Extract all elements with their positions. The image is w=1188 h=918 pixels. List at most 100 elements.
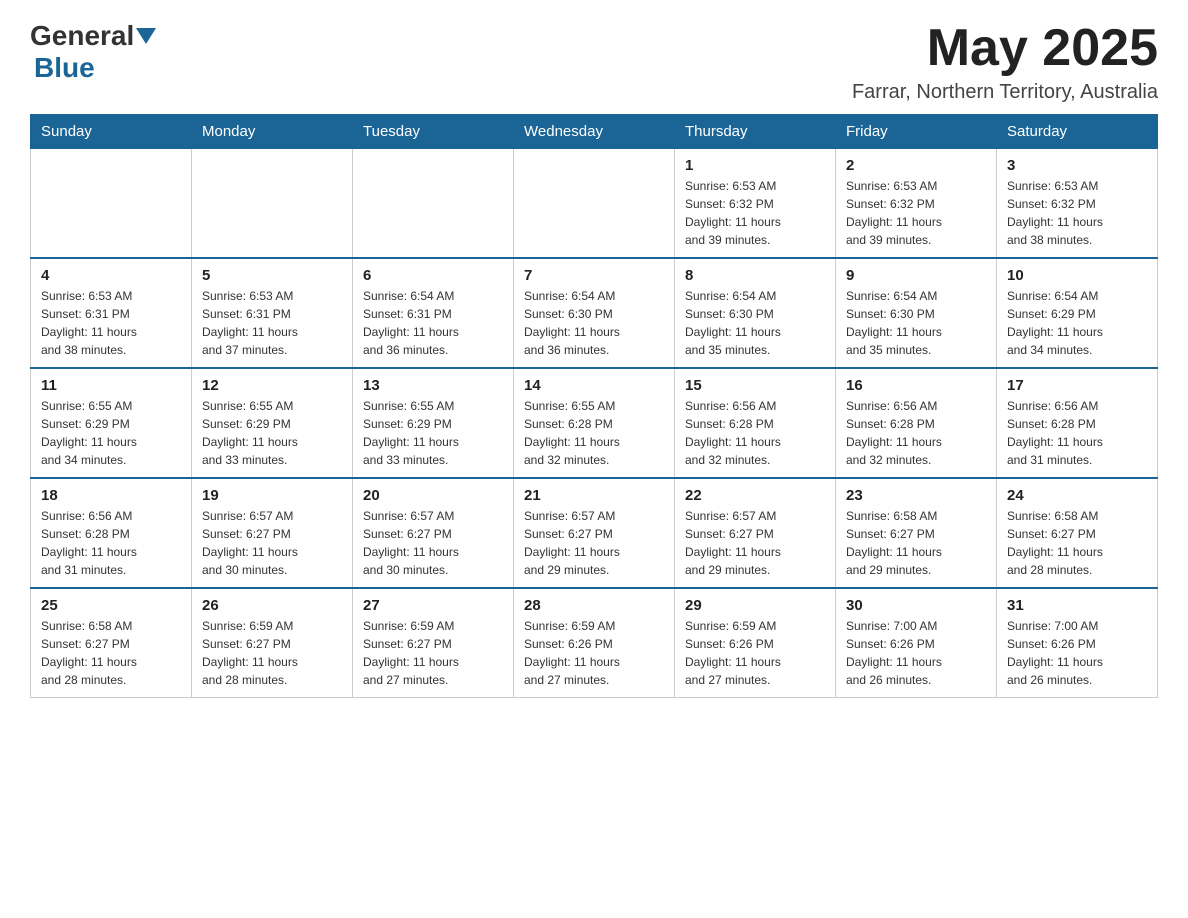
calendar-week-5: 25 Sunrise: 6:58 AMSunset: 6:27 PMDayligh… [31,588,1158,698]
calendar-cell [31,149,192,259]
day-number: 28 [524,597,664,614]
calendar-cell: 31 Sunrise: 7:00 AMSunset: 6:26 PMDayligh… [997,588,1158,698]
location: Farrar, Northern Territory, Australia [852,81,1158,104]
day-info: Sunrise: 6:56 AMSunset: 6:28 PMDaylight:… [846,397,986,469]
weekday-header-thursday: Thursday [675,115,836,149]
weekday-header-saturday: Saturday [997,115,1158,149]
day-info: Sunrise: 6:54 AMSunset: 6:30 PMDaylight:… [685,287,825,359]
calendar-cell: 19 Sunrise: 6:57 AMSunset: 6:27 PMDayligh… [192,478,353,588]
day-info: Sunrise: 6:57 AMSunset: 6:27 PMDaylight:… [202,507,342,579]
day-number: 6 [363,267,503,284]
day-number: 13 [363,377,503,394]
day-info: Sunrise: 7:00 AMSunset: 6:26 PMDaylight:… [1007,617,1147,689]
day-info: Sunrise: 6:53 AMSunset: 6:31 PMDaylight:… [41,287,181,359]
calendar-cell: 10 Sunrise: 6:54 AMSunset: 6:29 PMDayligh… [997,258,1158,368]
calendar-week-2: 4 Sunrise: 6:53 AMSunset: 6:31 PMDaylight… [31,258,1158,368]
calendar-cell: 11Sunrise: 6:55 AMSunset: 6:29 PMDayligh… [31,368,192,478]
day-info: Sunrise: 6:54 AMSunset: 6:29 PMDaylight:… [1007,287,1147,359]
day-number: 15 [685,377,825,394]
calendar-cell: 16 Sunrise: 6:56 AMSunset: 6:28 PMDayligh… [836,368,997,478]
day-info: Sunrise: 6:58 AMSunset: 6:27 PMDaylight:… [41,617,181,689]
weekday-header-row: SundayMondayTuesdayWednesdayThursdayFrid… [31,115,1158,149]
calendar-cell: 12Sunrise: 6:55 AMSunset: 6:29 PMDayligh… [192,368,353,478]
calendar-cell [514,149,675,259]
day-number: 8 [685,267,825,284]
weekday-header-friday: Friday [836,115,997,149]
calendar-cell: 30 Sunrise: 7:00 AMSunset: 6:26 PMDayligh… [836,588,997,698]
calendar-cell: 6Sunrise: 6:54 AMSunset: 6:31 PMDaylight… [353,258,514,368]
calendar-cell: 13 Sunrise: 6:55 AMSunset: 6:29 PMDayligh… [353,368,514,478]
day-number: 10 [1007,267,1147,284]
calendar-cell: 3Sunrise: 6:53 AMSunset: 6:32 PMDaylight… [997,149,1158,259]
page-header: General Blue May 2025 Farrar, Northern T… [30,20,1158,104]
day-number: 23 [846,487,986,504]
calendar-week-3: 11Sunrise: 6:55 AMSunset: 6:29 PMDayligh… [31,368,1158,478]
calendar-cell: 14Sunrise: 6:55 AMSunset: 6:28 PMDayligh… [514,368,675,478]
calendar-cell: 29 Sunrise: 6:59 AMSunset: 6:26 PMDayligh… [675,588,836,698]
day-info: Sunrise: 6:57 AMSunset: 6:27 PMDaylight:… [524,507,664,579]
calendar-cell: 4 Sunrise: 6:53 AMSunset: 6:31 PMDaylight… [31,258,192,368]
day-number: 2 [846,157,986,174]
day-number: 7 [524,267,664,284]
day-info: Sunrise: 6:56 AMSunset: 6:28 PMDaylight:… [685,397,825,469]
day-number: 18 [41,487,181,504]
day-info: Sunrise: 6:53 AMSunset: 6:32 PMDaylight:… [685,177,825,249]
day-number: 1 [685,157,825,174]
day-info: Sunrise: 6:56 AMSunset: 6:28 PMDaylight:… [41,507,181,579]
day-info: Sunrise: 6:53 AMSunset: 6:31 PMDaylight:… [202,287,342,359]
weekday-header-monday: Monday [192,115,353,149]
day-number: 20 [363,487,503,504]
day-number: 19 [202,487,342,504]
calendar-week-4: 18 Sunrise: 6:56 AMSunset: 6:28 PMDayligh… [31,478,1158,588]
calendar-cell: 5 Sunrise: 6:53 AMSunset: 6:31 PMDaylight… [192,258,353,368]
day-info: Sunrise: 6:55 AMSunset: 6:28 PMDaylight:… [524,397,664,469]
day-number: 31 [1007,597,1147,614]
day-number: 16 [846,377,986,394]
day-number: 5 [202,267,342,284]
calendar-cell: 23 Sunrise: 6:58 AMSunset: 6:27 PMDayligh… [836,478,997,588]
day-number: 29 [685,597,825,614]
calendar-cell: 7 Sunrise: 6:54 AMSunset: 6:30 PMDaylight… [514,258,675,368]
calendar-cell: 22Sunrise: 6:57 AMSunset: 6:27 PMDayligh… [675,478,836,588]
title-section: May 2025 Farrar, Northern Territory, Aus… [852,20,1158,104]
calendar-cell: 17Sunrise: 6:56 AMSunset: 6:28 PMDayligh… [997,368,1158,478]
day-number: 22 [685,487,825,504]
day-info: Sunrise: 6:53 AMSunset: 6:32 PMDaylight:… [846,177,986,249]
calendar-cell: 20Sunrise: 6:57 AMSunset: 6:27 PMDayligh… [353,478,514,588]
calendar-cell: 2 Sunrise: 6:53 AMSunset: 6:32 PMDaylight… [836,149,997,259]
day-number: 27 [363,597,503,614]
day-number: 26 [202,597,342,614]
day-info: Sunrise: 6:59 AMSunset: 6:26 PMDaylight:… [685,617,825,689]
logo-triangle-icon [136,28,156,44]
calendar-cell: 1 Sunrise: 6:53 AMSunset: 6:32 PMDaylight… [675,149,836,259]
day-number: 9 [846,267,986,284]
day-info: Sunrise: 7:00 AMSunset: 6:26 PMDaylight:… [846,617,986,689]
day-info: Sunrise: 6:58 AMSunset: 6:27 PMDaylight:… [846,507,986,579]
calendar-cell: 28 Sunrise: 6:59 AMSunset: 6:26 PMDayligh… [514,588,675,698]
calendar-cell: 24Sunrise: 6:58 AMSunset: 6:27 PMDayligh… [997,478,1158,588]
day-number: 4 [41,267,181,284]
logo-general: General [30,20,134,52]
day-number: 30 [846,597,986,614]
calendar-cell: 9 Sunrise: 6:54 AMSunset: 6:30 PMDaylight… [836,258,997,368]
weekday-header-wednesday: Wednesday [514,115,675,149]
day-info: Sunrise: 6:55 AMSunset: 6:29 PMDaylight:… [41,397,181,469]
calendar-cell [353,149,514,259]
day-info: Sunrise: 6:54 AMSunset: 6:30 PMDaylight:… [846,287,986,359]
day-info: Sunrise: 6:59 AMSunset: 6:26 PMDaylight:… [524,617,664,689]
day-number: 25 [41,597,181,614]
calendar-cell: 27Sunrise: 6:59 AMSunset: 6:27 PMDayligh… [353,588,514,698]
calendar-cell: 21 Sunrise: 6:57 AMSunset: 6:27 PMDayligh… [514,478,675,588]
day-info: Sunrise: 6:55 AMSunset: 6:29 PMDaylight:… [363,397,503,469]
calendar-cell: 15 Sunrise: 6:56 AMSunset: 6:28 PMDayligh… [675,368,836,478]
weekday-header-sunday: Sunday [31,115,192,149]
day-info: Sunrise: 6:54 AMSunset: 6:30 PMDaylight:… [524,287,664,359]
day-number: 17 [1007,377,1147,394]
calendar-cell: 18 Sunrise: 6:56 AMSunset: 6:28 PMDayligh… [31,478,192,588]
calendar-week-1: 1 Sunrise: 6:53 AMSunset: 6:32 PMDaylight… [31,149,1158,259]
day-number: 21 [524,487,664,504]
calendar-cell: 26Sunrise: 6:59 AMSunset: 6:27 PMDayligh… [192,588,353,698]
day-info: Sunrise: 6:53 AMSunset: 6:32 PMDaylight:… [1007,177,1147,249]
weekday-header-tuesday: Tuesday [353,115,514,149]
day-number: 24 [1007,487,1147,504]
